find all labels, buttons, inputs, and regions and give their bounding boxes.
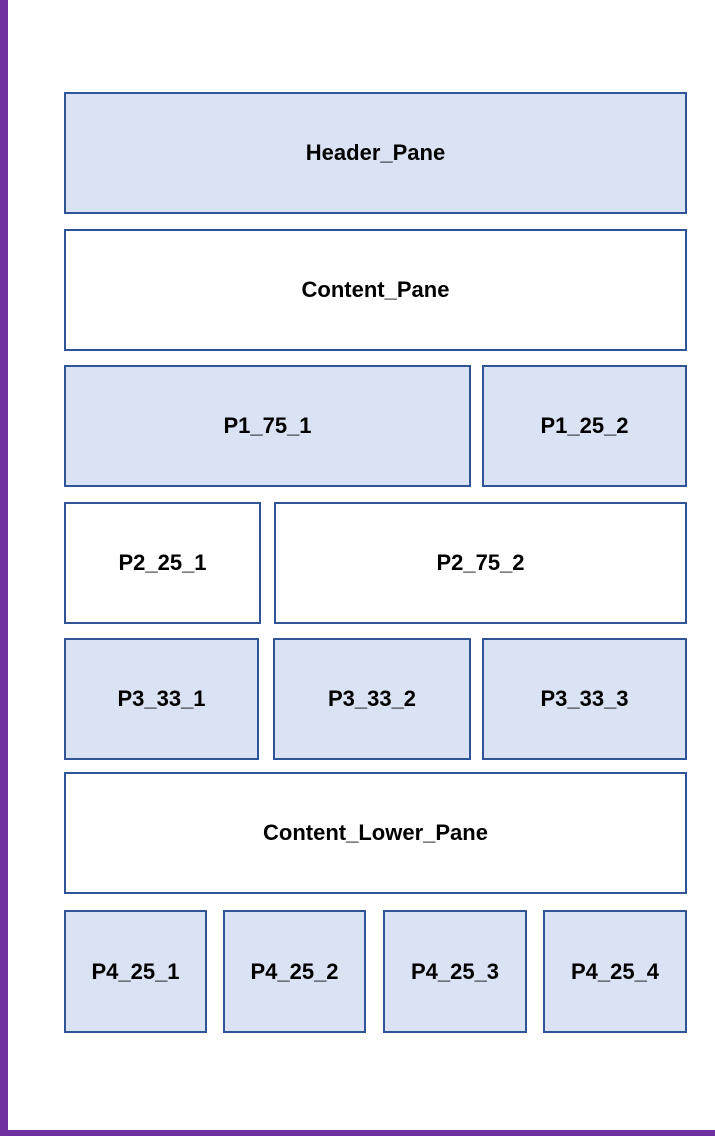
pane-p1-75-1: P1_75_1 xyxy=(64,365,471,487)
header-pane: Header_Pane xyxy=(64,92,687,214)
pane-p3-33-1-label: P3_33_1 xyxy=(117,686,206,711)
pane-p3-33-3-label: P3_33_3 xyxy=(540,686,629,711)
pane-p4-25-3: P4_25_3 xyxy=(383,910,527,1033)
content-pane-label: Content_Pane xyxy=(301,277,450,302)
pane-p3-33-2: P3_33_2 xyxy=(273,638,471,760)
pane-p3-33-3: P3_33_3 xyxy=(482,638,687,760)
pane-p4-25-2: P4_25_2 xyxy=(223,910,366,1033)
pane-p1-25-2-label: P1_25_2 xyxy=(540,413,629,438)
pane-p3-33-2-label: P3_33_2 xyxy=(327,686,417,711)
layout-frame: Header_Pane Content_Pane P1_75_1 P1_25_2… xyxy=(0,0,715,1136)
pane-p2-75-2: P2_75_2 xyxy=(274,502,687,624)
pane-p2-75-2-label: P2_75_2 xyxy=(436,550,525,575)
pane-p4-25-1-label: P4_25_1 xyxy=(91,958,180,984)
pane-p4-25-1: P4_25_1 xyxy=(64,910,207,1033)
header-pane-label: Header_Pane xyxy=(305,140,446,165)
pane-p3-33-1: P3_33_1 xyxy=(64,638,259,760)
pane-p2-25-1-label: P2_25_1 xyxy=(118,550,207,575)
content-pane: Content_Pane xyxy=(64,229,687,351)
content-lower-pane: Content_Lower_Pane xyxy=(64,772,687,894)
content-lower-pane-label: Content_Lower_Pane xyxy=(263,820,488,845)
pane-p4-25-4: P4_25_4 xyxy=(543,910,687,1033)
pane-p4-25-3-label: P4_25_3 xyxy=(410,958,500,984)
pane-p4-25-4-label: P4_25_4 xyxy=(570,958,660,984)
pane-p1-75-1-label: P1_75_1 xyxy=(223,413,312,438)
pane-p4-25-2-label: P4_25_2 xyxy=(250,958,339,984)
pane-p2-25-1: P2_25_1 xyxy=(64,502,261,624)
pane-p1-25-2: P1_25_2 xyxy=(482,365,687,487)
